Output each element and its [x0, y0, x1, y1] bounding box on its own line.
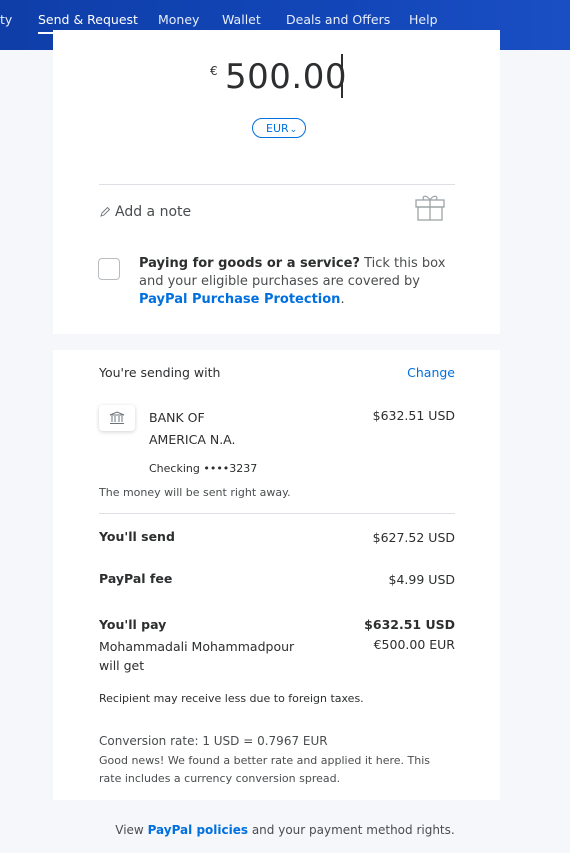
- sending-with-label: You're sending with: [99, 365, 221, 380]
- transfer-timing: The money will be sent right away.: [99, 486, 291, 499]
- footer-suffix: and your payment method rights.: [248, 823, 455, 837]
- divider: [99, 184, 455, 185]
- bank-name-line1: BANK OF: [149, 410, 205, 425]
- nav-item-deals-offers[interactable]: Deals and Offers: [286, 12, 390, 27]
- you-pay-value: $632.51 USD: [364, 617, 455, 632]
- footer-prefix: View: [115, 823, 148, 837]
- nav-item-help[interactable]: Help: [409, 12, 438, 27]
- paypal-fee-value: $4.99 USD: [388, 572, 455, 587]
- amount-input[interactable]: 500.00: [225, 57, 347, 97]
- you-send-value: $627.52 USD: [372, 530, 455, 545]
- recipient-gets-value: €500.00 EUR: [373, 637, 455, 652]
- conversion-rate: Conversion rate: 1 USD = 0.7967 EUR: [99, 734, 328, 748]
- nav-item-money[interactable]: Money: [158, 12, 199, 27]
- policies-footer: View PayPal policies and your payment me…: [0, 823, 570, 837]
- amount-card: € 500.00 EUR⌄ Add a note Paying for good…: [53, 30, 500, 334]
- currency-symbol: €: [210, 64, 218, 78]
- bank-name-line2: AMERICA N.A.: [149, 432, 236, 447]
- you-pay-label: You'll pay: [99, 617, 167, 632]
- currency-selector[interactable]: EUR⌄: [252, 118, 306, 138]
- text-caret: [341, 54, 343, 98]
- pencil-icon: [100, 206, 111, 217]
- gift-icon[interactable]: [415, 193, 445, 221]
- nav-item-wallet[interactable]: Wallet: [222, 12, 261, 27]
- bank-building-icon: [109, 411, 125, 424]
- bank-icon: [99, 405, 135, 431]
- foreign-tax-note: Recipient may receive less due to foreig…: [99, 692, 364, 705]
- purchase-protection-link[interactable]: PayPal Purchase Protection: [139, 292, 340, 307]
- chevron-down-icon: ⌄: [289, 125, 298, 135]
- change-funding-link[interactable]: Change: [407, 365, 455, 380]
- currency-code: EUR: [266, 122, 289, 135]
- you-send-label: You'll send: [99, 529, 175, 544]
- paypal-fee-label: PayPal fee: [99, 571, 173, 586]
- recipient-gets-label: Mohammadali Mohammadpour: [99, 639, 295, 654]
- add-note-label: Add a note: [115, 204, 192, 220]
- recipient-gets-label-2: will get: [99, 658, 145, 673]
- goods-services-checkbox[interactable]: [98, 258, 120, 280]
- add-note-button[interactable]: Add a note: [99, 204, 191, 220]
- goods-services-question: Paying for goods or a service?: [139, 256, 360, 271]
- conversion-rate-note: Good news! We found a better rate and ap…: [99, 754, 430, 785]
- paypal-policies-link[interactable]: PayPal policies: [148, 823, 248, 837]
- payment-summary-card: You're sending with Change BANK OF AMERI…: [53, 350, 500, 800]
- account-number: Checking ••••3237: [149, 462, 258, 475]
- bank-amount: $632.51 USD: [372, 408, 455, 423]
- nav-item-activity[interactable]: ty: [0, 12, 12, 27]
- nav-item-send-request[interactable]: Send & Request: [38, 12, 138, 27]
- goods-services-period: .: [340, 292, 345, 307]
- divider: [99, 513, 455, 514]
- goods-services-text: Paying for goods or a service? Tick this…: [139, 255, 454, 309]
